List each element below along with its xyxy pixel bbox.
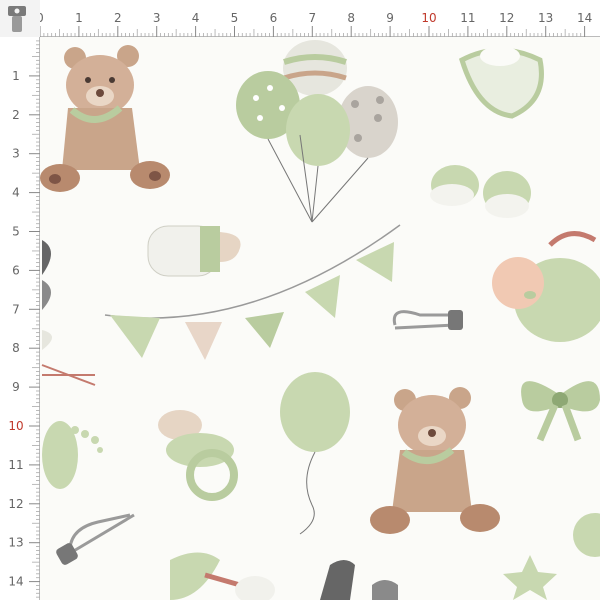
ruler-top-label: 3 [153, 11, 161, 25]
ruler-top-label: 9 [386, 11, 394, 25]
fabric-swatch-view: 0 1 2 3 4 5 6 7 8 9 10 11 12 13 14 1 2 3 4 5 6 7 8 9 10 11 12 13 14 [0, 0, 600, 600]
bib [458, 46, 544, 119]
ruler-left-label: 7 [12, 302, 20, 316]
ruler-left-label: 6 [12, 263, 20, 277]
ruler-top-label: 2 [114, 11, 122, 25]
ruler-top-label: 6 [270, 11, 278, 25]
ruler-left-label: 10 [8, 419, 23, 433]
single-balloon [280, 372, 350, 535]
ruler-top-label: 4 [192, 11, 200, 25]
teddy-bear-top [40, 45, 170, 192]
ruler-top: 0 1 2 3 4 5 6 7 8 9 10 11 12 13 14 [0, 0, 600, 37]
ruler-left-scale: 1234567891011121314 [8, 0, 40, 600]
ruler-left-label: 11 [8, 458, 23, 472]
ruler-top-label: 1 [75, 11, 83, 25]
safety-pin-left [56, 513, 135, 565]
bow [521, 381, 600, 442]
ruler-left-label: 9 [12, 380, 20, 394]
baby-bottle [147, 225, 241, 277]
clip-icon [8, 6, 26, 32]
ruler-top-label: 8 [347, 11, 355, 25]
stork-fragment [41, 240, 96, 386]
ruler-left-label: 12 [8, 497, 23, 511]
ruler-left-label: 1 [12, 69, 20, 83]
ruler-top-label: 5 [231, 11, 239, 25]
ruler-top-label: 12 [499, 11, 514, 25]
star [503, 555, 557, 600]
ruler-left-label: 14 [8, 575, 23, 589]
teddy-bear-lower [370, 387, 500, 534]
fabric-pattern [40, 37, 600, 600]
ruler-top-label: 11 [460, 11, 475, 25]
ruler-left: 1 2 3 4 5 6 7 8 9 10 11 12 13 14 [0, 0, 40, 600]
ruler-left-label: 5 [12, 225, 20, 239]
footprint [42, 421, 103, 489]
swaddled-baby [492, 231, 600, 342]
stork-bottom [170, 552, 398, 600]
ruler-left-label: 3 [12, 147, 20, 161]
safety-pin-right [392, 310, 463, 330]
ruler-left-label: 13 [8, 536, 23, 550]
round-fragment [573, 513, 600, 557]
ruler-top-label: 13 [538, 11, 553, 25]
ruler-corner-clip [0, 0, 40, 37]
baby-shoes [430, 165, 531, 218]
ruler-left-label: 8 [12, 341, 20, 355]
pacifier [158, 410, 238, 501]
ruler-top-label: 7 [308, 11, 316, 25]
balloon-bunch [236, 40, 398, 223]
ruler-top-label: 10 [421, 11, 436, 25]
ruler-top-scale: 0 1 2 3 4 5 6 7 8 9 10 11 12 13 14 [0, 11, 600, 37]
pattern-illustration [40, 40, 600, 600]
ruler-left-label: 2 [12, 108, 20, 122]
ruler-left-label: 4 [12, 186, 20, 200]
ruler-top-label: 14 [577, 11, 592, 25]
